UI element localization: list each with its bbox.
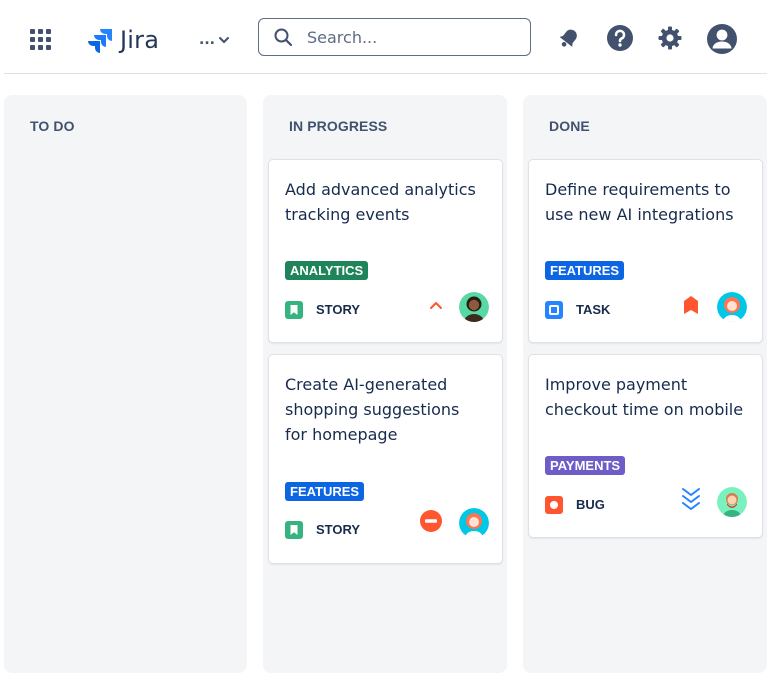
blocker-icon xyxy=(420,510,442,532)
issue-type: STORY xyxy=(316,522,361,537)
story-icon xyxy=(285,521,303,539)
card-title: Add advanced analytics tracking events xyxy=(285,180,476,224)
profile-avatar-icon[interactable] xyxy=(706,23,738,55)
issue-card[interactable]: Improve payment checkout time on mobile … xyxy=(529,355,762,537)
more-label: ... xyxy=(199,32,215,48)
bug-icon xyxy=(545,496,563,514)
notifications-icon[interactable] xyxy=(555,24,583,52)
column-done: DONE Define requirements to use new AI i… xyxy=(523,95,767,673)
issue-card[interactable]: Add advanced analytics tracking events A… xyxy=(269,160,502,342)
header-divider xyxy=(4,73,767,74)
jira-logo[interactable]: Jira xyxy=(88,25,159,55)
assignee-avatar[interactable] xyxy=(459,292,489,322)
label-badge: ANALYTICS xyxy=(285,261,369,280)
task-icon xyxy=(545,301,563,319)
settings-gear-icon[interactable] xyxy=(656,24,684,52)
label-badge: PAYMENTS xyxy=(545,456,626,475)
column-title: IN PROGRESS xyxy=(289,118,388,134)
label-badge: FEATURES xyxy=(285,482,365,501)
column-title: TO DO xyxy=(30,118,75,134)
more-menu-button[interactable]: ... xyxy=(199,29,230,51)
priority-medium-icon xyxy=(425,294,447,316)
assignee-avatar[interactable] xyxy=(459,508,489,538)
story-icon xyxy=(285,301,303,319)
priority-flag-icon xyxy=(680,294,702,316)
app-switcher-icon[interactable] xyxy=(30,29,52,51)
column-todo: TO DO xyxy=(4,95,247,673)
label-badge: FEATURES xyxy=(545,261,625,280)
priority-lowest-icon xyxy=(680,487,702,510)
card-title: Create AI-generated shopping suggestions… xyxy=(285,375,460,444)
help-icon[interactable] xyxy=(606,24,634,52)
card-title: Define requirements to use new AI integr… xyxy=(545,180,734,224)
assignee-avatar[interactable] xyxy=(717,292,747,322)
card-title: Improve payment checkout time on mobile xyxy=(545,375,744,419)
top-navigation: Jira ... xyxy=(0,0,767,74)
chevron-down-icon xyxy=(218,37,229,43)
column-in-progress: IN PROGRESS Add advanced analytics track… xyxy=(263,95,507,673)
search-icon xyxy=(273,27,293,47)
search-input[interactable] xyxy=(305,26,509,48)
app-name: Jira xyxy=(120,26,160,54)
issue-card[interactable]: Define requirements to use new AI integr… xyxy=(529,160,762,342)
issue-card[interactable]: Create AI-generated shopping suggestions… xyxy=(269,355,502,563)
issue-type: STORY xyxy=(316,302,361,317)
assignee-avatar[interactable] xyxy=(717,487,747,517)
search-box[interactable] xyxy=(258,18,531,56)
jira-logo-icon xyxy=(88,29,112,53)
issue-type: TASK xyxy=(576,302,611,317)
issue-type: BUG xyxy=(576,497,605,512)
column-title: DONE xyxy=(549,118,590,134)
